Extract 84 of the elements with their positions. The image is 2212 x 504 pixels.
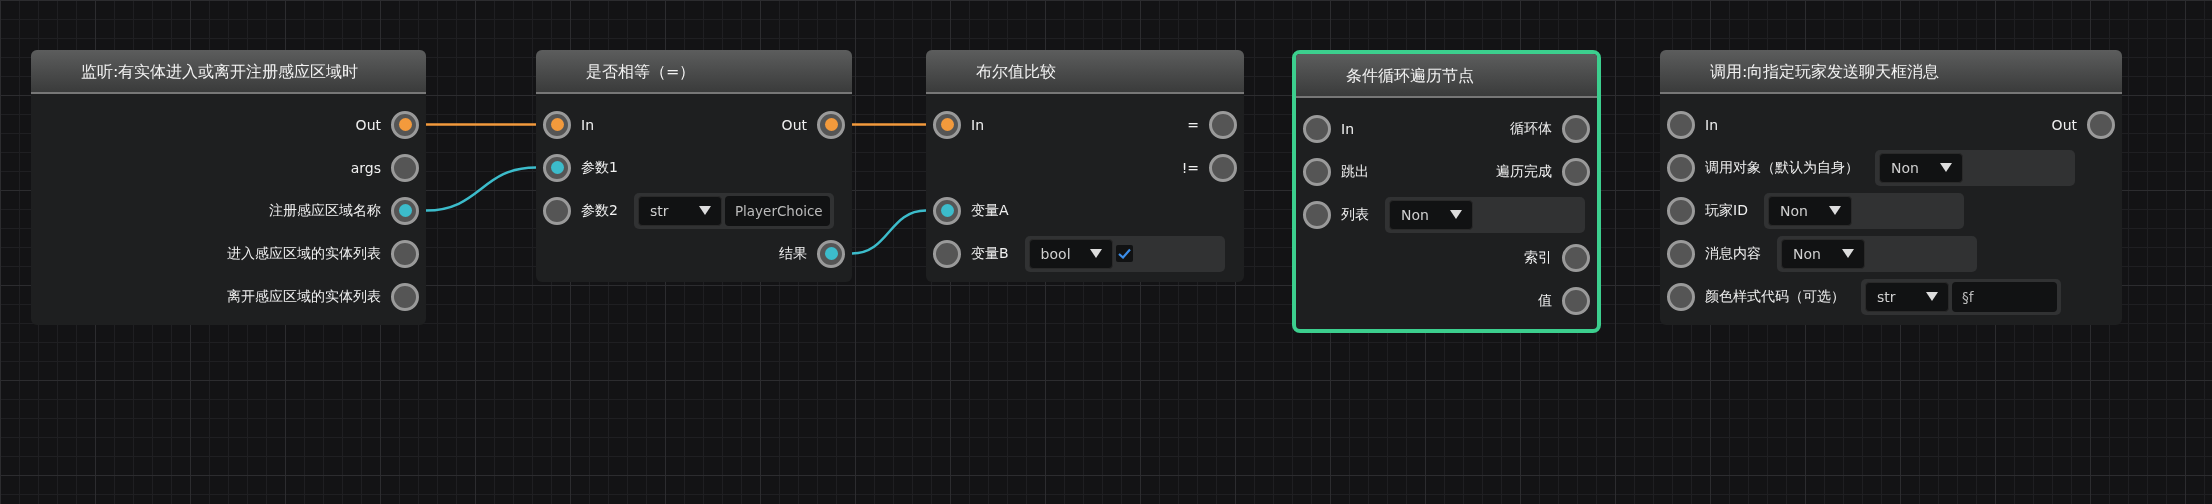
caret-icon [1450, 210, 1462, 219]
input-port[interactable] [1667, 239, 1695, 268]
port-label: In [581, 116, 594, 133]
caret-icon [1828, 206, 1841, 215]
input-port[interactable] [1667, 153, 1695, 182]
port-label: args [350, 159, 381, 176]
port-label: Out [355, 116, 381, 133]
input-port[interactable] [933, 110, 961, 139]
caret-icon [1089, 249, 1102, 258]
output-port[interactable] [1562, 243, 1590, 272]
input-port[interactable] [1667, 110, 1695, 139]
input-port[interactable] [933, 196, 961, 225]
port-label: 变量A [971, 201, 1009, 220]
output-port[interactable] [391, 153, 419, 182]
port-label: 索引 [1524, 248, 1552, 267]
node-title: 调用:向指定玩家发送聊天框消息 [1660, 50, 2122, 94]
type-dropdown[interactable]: Non [1767, 195, 1852, 226]
output-port[interactable] [1562, 157, 1590, 186]
port-label: != [1181, 159, 1199, 176]
caret-icon [1926, 292, 1938, 301]
node-title: 条件循环遍历节点 [1296, 54, 1597, 98]
graph-node[interactable]: 调用:向指定玩家发送聊天框消息 In Out 调用对象（默认为自身） Non 玩家ID Non 消息内容 Non 颜色样式代码（可选） str §f [1660, 50, 2122, 325]
output-port[interactable] [391, 239, 419, 268]
caret-icon [698, 206, 711, 215]
caret-icon [1940, 163, 1952, 172]
node-title: 是否相等（=） [536, 50, 852, 94]
output-port[interactable] [391, 196, 419, 225]
input-port[interactable] [1667, 196, 1695, 225]
output-port[interactable] [817, 110, 845, 139]
graph-node[interactable]: 是否相等（=） In Out 参数1 参数2 str PlayerChoice 结果 [536, 50, 852, 282]
type-dropdown[interactable]: str [637, 195, 722, 226]
port-label: = [1187, 116, 1199, 133]
graph-node[interactable]: 监听:有实体进入或离开注册感应区域时 Out args 注册感应区域名称 进入感应区域的实体列表 离开感应区域的实体列表 [31, 50, 426, 325]
text-field[interactable]: §f [1952, 281, 2057, 312]
port-label: 列表 [1341, 205, 1369, 224]
type-dropdown[interactable]: str [1865, 281, 1949, 312]
input-port[interactable] [933, 239, 961, 268]
port-label: 参数1 [581, 158, 618, 177]
output-port[interactable] [391, 110, 419, 139]
checkbox[interactable] [1115, 245, 1133, 262]
input-port[interactable] [1303, 114, 1331, 143]
type-dropdown[interactable]: bool [1028, 238, 1113, 269]
port-label: 值 [1538, 291, 1552, 310]
port-label: 跳出 [1341, 162, 1369, 181]
output-port[interactable] [1209, 110, 1237, 139]
input-port[interactable] [1303, 200, 1331, 229]
input-port[interactable] [543, 110, 571, 139]
port-label: 参数2 [581, 201, 618, 220]
port-label: Out [2051, 116, 2077, 133]
type-dropdown[interactable]: Non [1879, 152, 1963, 183]
text-field[interactable]: PlayerChoice [724, 195, 830, 226]
input-port[interactable] [1667, 282, 1695, 311]
node-title: 布尔值比较 [926, 50, 1244, 94]
port-label: 循环体 [1510, 119, 1552, 138]
graph-node[interactable]: 布尔值比较 In = != 变量A 变量B bool [926, 50, 1244, 282]
port-label: 注册感应区域名称 [269, 201, 381, 220]
port-label: 遍历完成 [1496, 162, 1552, 181]
port-label: 玩家ID [1705, 201, 1748, 220]
type-dropdown[interactable]: Non [1389, 199, 1473, 230]
output-port[interactable] [2087, 110, 2115, 139]
graph-node[interactable]: 条件循环遍历节点 In 循环体 跳出 遍历完成 列表 Non 索引 值 [1292, 50, 1601, 333]
port-label: 调用对象（默认为自身） [1705, 158, 1859, 177]
port-label: 颜色样式代码（可选） [1705, 287, 1845, 306]
port-label: 离开感应区域的实体列表 [227, 287, 381, 306]
check-icon [1117, 248, 1131, 259]
type-dropdown[interactable]: Non [1781, 238, 1865, 269]
port-label: 结果 [779, 244, 807, 263]
output-port[interactable] [391, 282, 419, 311]
port-label: 进入感应区域的实体列表 [227, 244, 381, 263]
output-port[interactable] [817, 239, 845, 268]
port-label: Out [781, 116, 807, 133]
port-label: In [1341, 120, 1354, 137]
output-port[interactable] [1562, 286, 1590, 315]
port-label: 变量B [971, 244, 1009, 263]
port-label: In [1705, 116, 1718, 133]
input-port[interactable] [543, 153, 571, 182]
output-port[interactable] [1562, 114, 1590, 143]
input-port[interactable] [1303, 157, 1331, 186]
input-port[interactable] [543, 196, 571, 225]
node-title: 监听:有实体进入或离开注册感应区域时 [31, 50, 426, 94]
caret-icon [1842, 249, 1854, 258]
port-label: 消息内容 [1705, 244, 1761, 263]
port-label: In [971, 116, 984, 133]
output-port[interactable] [1209, 153, 1237, 182]
